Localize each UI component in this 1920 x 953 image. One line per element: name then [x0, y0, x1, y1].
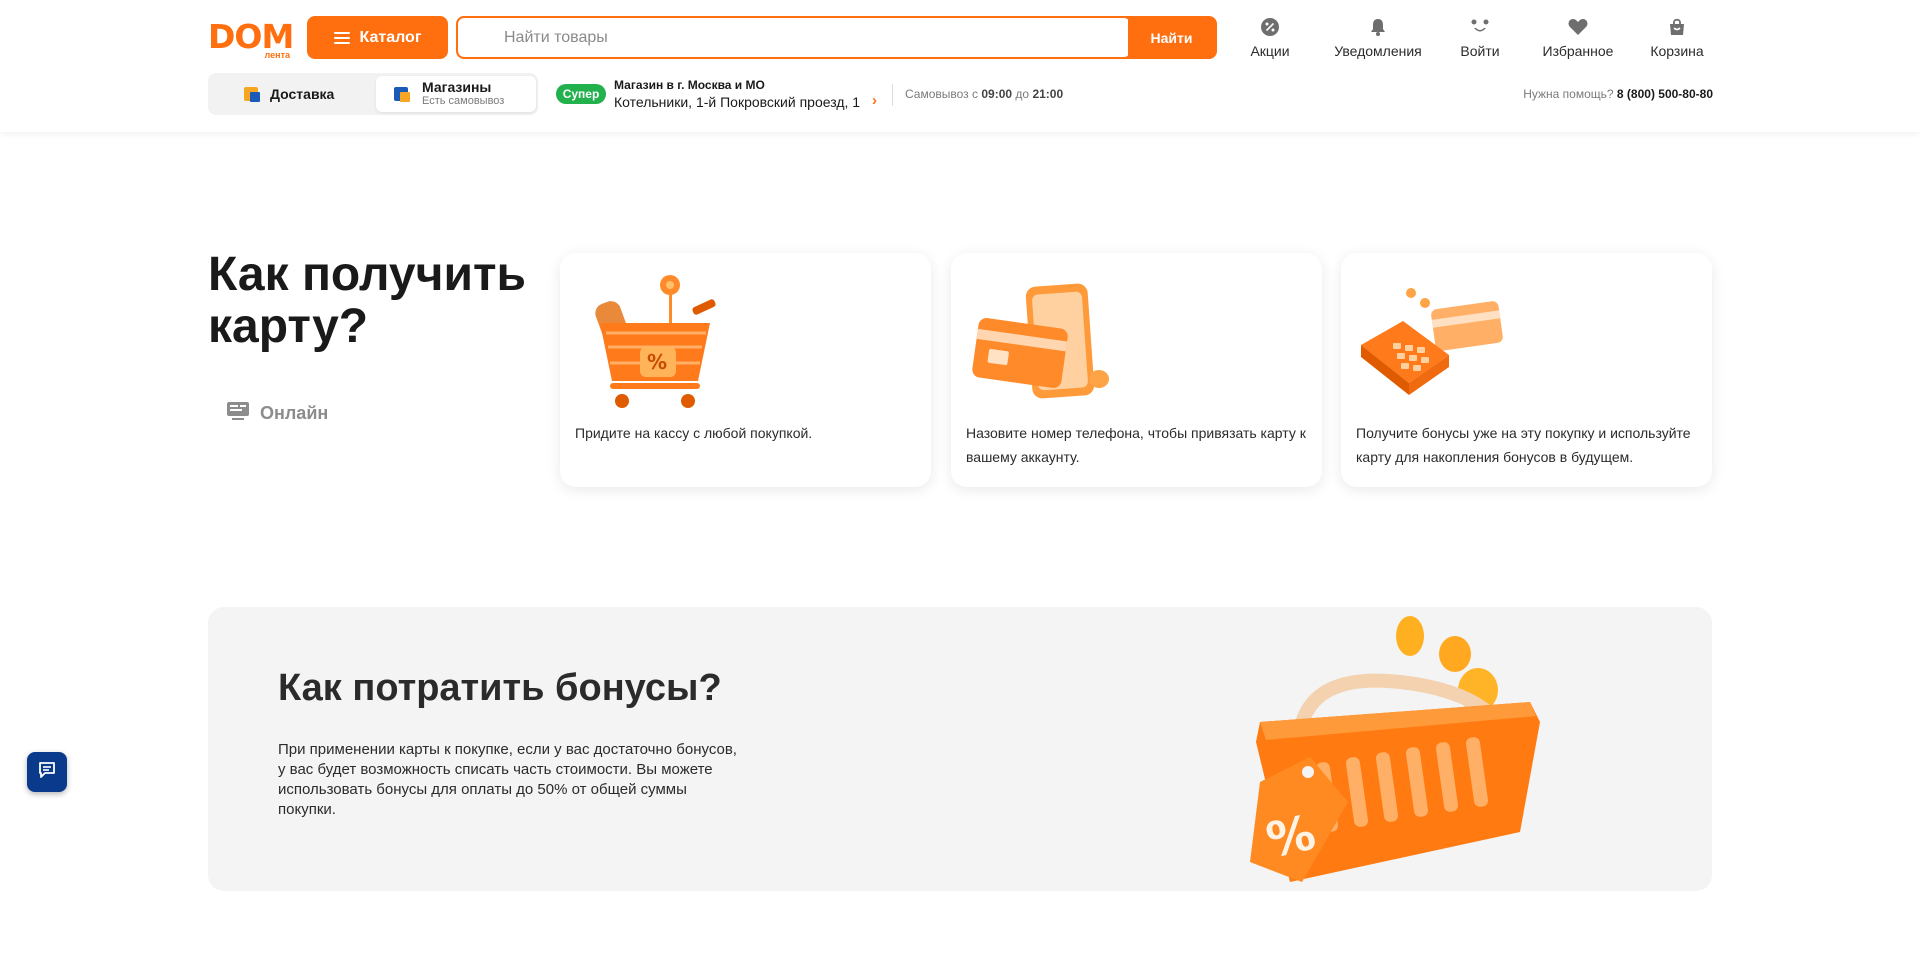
logo[interactable]: DOM лента	[208, 17, 294, 61]
section-title-bonuses: Как потратить бонусы?	[278, 667, 722, 709]
store-address[interactable]: Котельники, 1-й Покровский проезд, 1	[614, 94, 860, 110]
search-input[interactable]	[458, 18, 1130, 57]
terminal-illustration	[1361, 288, 1503, 395]
nav-label: Уведомления	[1334, 43, 1422, 59]
chat-icon	[37, 760, 57, 785]
monitor-icon	[226, 401, 250, 426]
delivery-label: Доставка	[270, 86, 335, 102]
card-phone-illustration	[972, 283, 1109, 399]
delivery-mode-switch: Доставка Магазины Есть самовывоз	[208, 73, 538, 115]
bag-icon	[1666, 16, 1688, 38]
bonus-description: При применении карты к покупке, если у в…	[278, 741, 737, 818]
catalog-button[interactable]: Каталог	[307, 16, 448, 59]
menu-list-icon	[333, 31, 350, 44]
store-city: Магазин в г. Москва и МО	[614, 78, 765, 92]
chevron-right-icon[interactable]: ›	[872, 92, 877, 109]
step-card: Получите бонусы уже на эту покупку и исп…	[1341, 253, 1712, 487]
smile-icon	[1469, 16, 1491, 38]
nav-cart[interactable]: Корзина	[1642, 16, 1712, 59]
stores-tab[interactable]: Магазины Есть самовывоз	[376, 76, 536, 112]
step-text: Назовите номер телефона, чтобы привязать…	[966, 425, 1306, 465]
percent-icon	[1259, 16, 1281, 38]
stores-label: Магазины	[422, 79, 492, 95]
help-label: Нужна помощь?	[1523, 87, 1614, 101]
step-card: Назовите номер телефона, чтобы привязать…	[951, 253, 1322, 487]
nav-promotions[interactable]: Акции	[1240, 16, 1300, 59]
heart-icon	[1567, 16, 1589, 38]
search-bar: Найти	[456, 16, 1217, 59]
logo-text: DOM	[208, 17, 294, 56]
step-text: Получите бонусы уже на эту покупку и исп…	[1356, 425, 1691, 465]
logo-subtext: лента	[264, 50, 290, 60]
nav-label: Избранное	[1542, 43, 1614, 59]
section-title-get-card: Как получить карту?	[208, 248, 526, 353]
store-type-badge: Супер	[556, 84, 606, 104]
step-card: % Придите на кассу с любой покупкой.	[560, 253, 931, 487]
help-phone[interactable]: 8 (800) 500-80-80	[1617, 87, 1713, 101]
tab-online-label: Онлайн	[260, 403, 329, 423]
chat-button[interactable]	[27, 752, 67, 792]
nav-favorites[interactable]: Избранное	[1536, 16, 1620, 59]
nav-login[interactable]: Войти	[1450, 16, 1510, 59]
store-icon	[392, 85, 412, 103]
nav-label: Акции	[1250, 43, 1290, 59]
pickup-hours: Самовывоз с 09:00 до 21:00	[905, 87, 1064, 101]
nav-notifications[interactable]: Уведомления	[1328, 16, 1428, 59]
nav-label: Корзина	[1650, 43, 1704, 59]
help-contact: Нужна помощь? 8 (800) 500-80-80	[1523, 87, 1713, 101]
search-button[interactable]: Найти	[1128, 18, 1215, 57]
nav-label: Войти	[1460, 43, 1500, 59]
site-header: DOM лента Каталог Найти Акции Уведомлени…	[0, 0, 1920, 132]
tab-online[interactable]: Онлайн	[226, 401, 328, 426]
divider	[892, 84, 893, 106]
bell-icon	[1367, 16, 1389, 38]
catalog-label: Каталог	[359, 28, 422, 46]
delivery-tab[interactable]: Доставка	[208, 73, 374, 115]
stores-sublabel: Есть самовывоз	[422, 95, 505, 107]
basket-illustration: %	[1250, 616, 1540, 882]
cart-illustration: %	[595, 275, 716, 408]
svg-text:%: %	[647, 350, 667, 374]
delivery-icon	[242, 85, 262, 103]
step-text: Придите на кассу с любой покупкой.	[575, 425, 813, 441]
